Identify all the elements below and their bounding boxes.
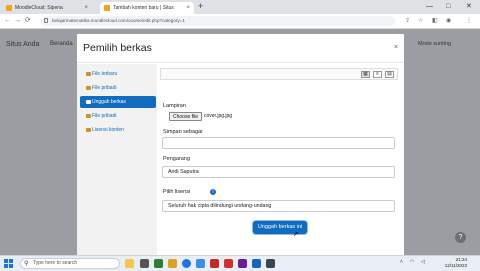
repo-private-files-2[interactable]: File pribadi [80,110,156,122]
choose-file-button[interactable]: Choose file [169,112,203,121]
dialog-title: Pemilih berkas [83,42,152,54]
windows-start-icon[interactable] [4,259,13,268]
menu-icon[interactable]: ⋮ [466,17,472,24]
license-label: Pilih lisensi [163,189,191,195]
info-icon[interactable]: i [210,189,216,195]
grid-view-icon[interactable]: ▦ [361,71,370,78]
share-icon[interactable]: ⇪ [405,17,410,24]
folder-icon [86,72,91,76]
view-toolbar: ▦ ≡ ▤ [160,68,398,80]
close-icon[interactable]: × [394,44,398,51]
reload-icon[interactable]: ⟳ [25,15,31,27]
browser-tab-active[interactable]: Tambah konten baru | Situs × [100,2,194,14]
tab-label: MoodleCloud: Sipena [15,5,63,11]
taskbar: ⚲ Type here to search ˄ ◠ ◁ 21:24 12/11/… [0,255,480,271]
repo-label: Lisensi konten [92,127,124,133]
profile-icon[interactable]: ◉ [446,17,451,24]
folder-icon [86,114,91,118]
close-icon[interactable]: × [84,2,88,14]
folder-icon [86,86,91,90]
repo-private-files[interactable]: File pribadi [80,82,156,94]
author-label: Pengarang [163,156,190,162]
task-view-icon[interactable] [140,259,149,268]
network-icon[interactable]: ◠ [410,259,414,265]
repo-label: File pribadi [92,85,117,91]
tray-chevron-icon[interactable]: ˄ [400,259,403,265]
address-bar-row: ← → ⟳ belajarmatematika.moodlecloud.com/… [0,14,480,29]
mouse-cursor-icon: ➚ [293,231,299,238]
list-view-icon[interactable]: ≡ [373,71,382,78]
chosen-file-name: cover.jpg.jpg [204,113,233,119]
repo-recent-files[interactable]: File terbaru [80,68,156,80]
url-text: belajarmatematika.moodlecloud.com/course… [52,18,185,23]
widgets-icon[interactable] [125,259,134,268]
license-select[interactable]: Seluruh hak cipta dilindungi undang-unda… [162,200,395,212]
chrome-icon[interactable] [182,259,191,268]
close-icon[interactable]: × [186,2,190,14]
maximize-button[interactable]: □ [446,0,450,13]
clock[interactable]: 21:24 12/11/2023 [437,257,467,269]
extensions-icon[interactable]: ◧ [432,17,438,24]
minimize-button[interactable]: — [426,0,433,13]
taskbar-search-input[interactable]: ⚲ Type here to search [20,258,120,269]
youtube-icon[interactable] [224,259,233,268]
upload-icon [86,100,91,104]
file-picker-dialog: Pemilih berkas × File terbaru File priba… [77,34,404,259]
repo-label: File terbaru [92,71,118,77]
back-icon[interactable]: ← [4,15,11,27]
save-as-label: Simpan sebagai [163,129,203,135]
search-placeholder: Type here to search [33,260,78,266]
repository-sidebar: File terbaru File pribadi Unggah berkas … [77,64,157,259]
attachment-label: Lampiran [163,103,186,109]
app-icon-purple[interactable] [238,259,247,268]
tab-label: Tambah konten baru | Situs [113,5,174,11]
repo-label: Unggah berkas [92,99,126,105]
file-explorer-icon[interactable] [168,259,177,268]
save-as-input[interactable] [162,137,395,149]
divider [77,62,404,63]
edit-mode-label[interactable]: Mode sunting [418,41,451,47]
folder-icon [86,128,91,132]
star-icon[interactable]: ☆ [418,17,423,24]
repo-upload-file[interactable]: Unggah berkas [80,96,156,108]
new-tab-button[interactable]: + [198,1,203,11]
volume-icon[interactable]: ◁ [421,259,425,265]
upload-panel: ▦ ≡ ▤ Lampiran Choose file cover.jpg.jpg… [160,64,404,259]
moodle-icon [104,5,110,11]
site-brand[interactable]: Situs Anda [6,41,39,48]
close-window-button[interactable]: ✕ [466,0,472,13]
help-button[interactable]: ? [455,232,466,243]
browser-tab[interactable]: MoodleCloud: Sipena × [2,2,92,14]
word-icon[interactable] [252,259,261,268]
search-icon: ⚲ [24,261,29,267]
moodle-icon [6,5,12,11]
repo-content-license[interactable]: Lisensi konten [80,124,156,136]
app-icon-dark[interactable] [266,259,275,268]
edge-icon[interactable] [196,259,205,268]
tree-view-icon[interactable]: ▤ [385,71,394,78]
upload-file-button[interactable]: Unggah berkas ini [253,221,307,234]
app-icon-green[interactable] [154,259,163,268]
lock-icon [44,18,48,23]
repo-label: File pribadi [92,113,117,119]
app-icon-red[interactable] [210,259,219,268]
forward-icon[interactable]: → [14,15,21,27]
author-input[interactable]: Andi Saputra [162,166,395,178]
clock-date: 12/11/2023 [444,263,467,268]
browser-tabbar: MoodleCloud: Sipena × Tambah konten baru… [0,0,480,14]
url-field[interactable]: belajarmatematika.moodlecloud.com/course… [40,16,395,26]
nav-beranda[interactable]: Beranda [50,41,73,47]
